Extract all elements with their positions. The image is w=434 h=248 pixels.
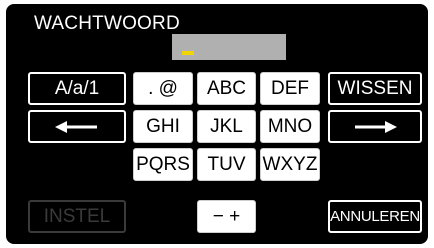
text-cursor bbox=[182, 51, 194, 55]
pqrs-key[interactable]: PQRS bbox=[133, 148, 193, 181]
mode-toggle-button[interactable]: A/a/1 bbox=[28, 72, 126, 105]
abc-key[interactable]: ABC bbox=[197, 72, 256, 105]
cursor-right-button[interactable] bbox=[328, 110, 422, 143]
set-button[interactable]: INSTEL bbox=[28, 200, 126, 233]
symbol-key[interactable]: . @ bbox=[133, 72, 193, 105]
cursor-left-button[interactable] bbox=[28, 110, 126, 143]
password-input[interactable] bbox=[172, 34, 286, 60]
password-entry-screen: WACHTWOORD A/a/1 . @ ABC DEF WISSEN GHI … bbox=[6, 4, 428, 244]
left-arrow-icon bbox=[55, 120, 97, 133]
ghi-key[interactable]: GHI bbox=[133, 110, 193, 143]
plus-minus-key[interactable]: − + bbox=[197, 200, 256, 233]
right-arrow-icon bbox=[355, 120, 397, 133]
wxyz-key[interactable]: WXYZ bbox=[260, 148, 320, 181]
def-key[interactable]: DEF bbox=[260, 72, 320, 105]
mno-key[interactable]: MNO bbox=[260, 110, 320, 143]
tuv-key[interactable]: TUV bbox=[197, 148, 256, 181]
jkl-key[interactable]: JKL bbox=[197, 110, 256, 143]
cancel-button[interactable]: ANNULEREN bbox=[328, 200, 422, 233]
clear-button[interactable]: WISSEN bbox=[328, 72, 422, 105]
screen-title: WACHTWOORD bbox=[34, 13, 180, 34]
